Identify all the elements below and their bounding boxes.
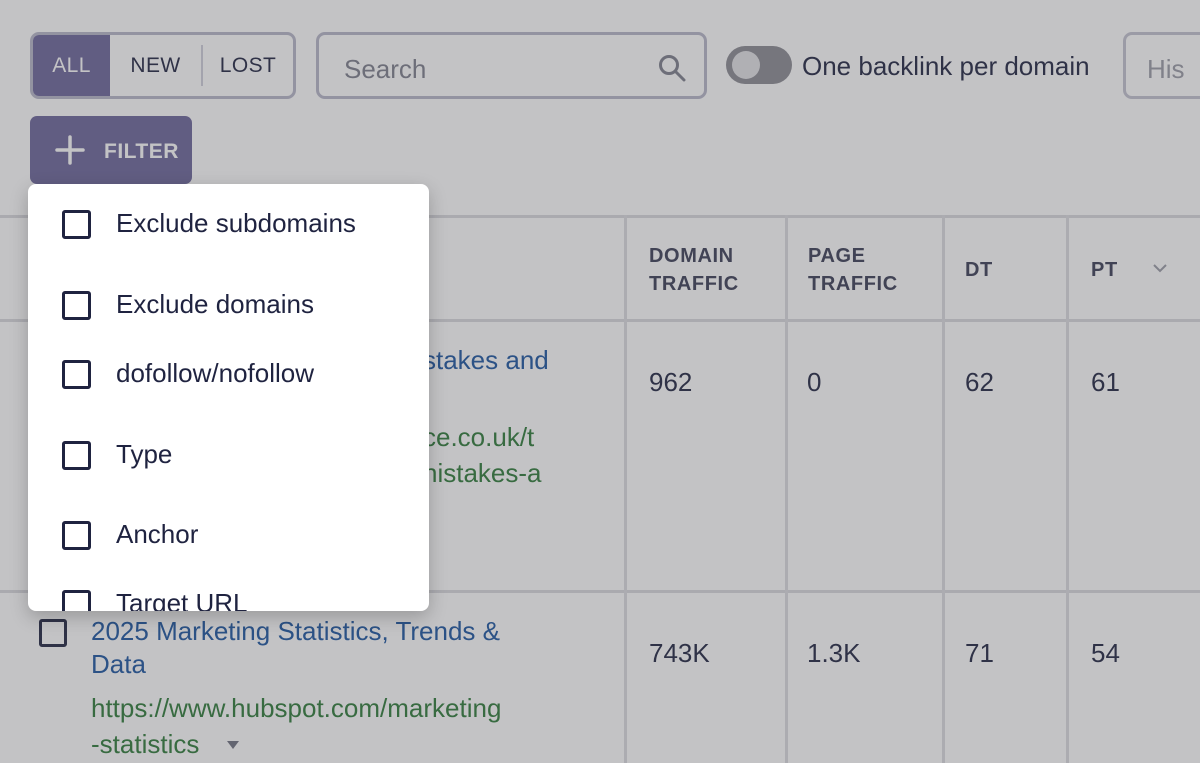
- filter-option-label: Exclude subdomains: [116, 208, 356, 238]
- filter-option-exclude-subdomains[interactable]: Exclude subdomains: [28, 198, 429, 254]
- checkbox[interactable]: [62, 291, 91, 320]
- filter-option-label: dofollow/nofollow: [116, 358, 315, 388]
- checkbox[interactable]: [62, 521, 91, 550]
- checkbox[interactable]: [62, 360, 91, 389]
- checkbox[interactable]: [62, 590, 91, 611]
- filter-option-label: Target URL: [116, 588, 248, 611]
- backlinks-page: ALL NEW LOST Search One backlink per dom…: [0, 0, 1200, 763]
- filter-option-exclude-domains[interactable]: Exclude domains: [28, 279, 429, 335]
- filter-option-label: Exclude domains: [116, 289, 314, 319]
- checkbox[interactable]: [62, 441, 91, 470]
- filter-dropdown-menu: Exclude subdomains Exclude domains dofol…: [28, 184, 429, 611]
- filter-option-label: Anchor: [116, 519, 199, 549]
- filter-option-target-url[interactable]: Target URL: [28, 578, 429, 611]
- filter-option-dofollow-nofollow[interactable]: dofollow/nofollow: [28, 348, 429, 404]
- checkbox[interactable]: [62, 210, 91, 239]
- filter-option-anchor[interactable]: Anchor: [28, 509, 429, 565]
- filter-option-label: Type: [116, 439, 173, 469]
- filter-option-type[interactable]: Type: [28, 429, 429, 485]
